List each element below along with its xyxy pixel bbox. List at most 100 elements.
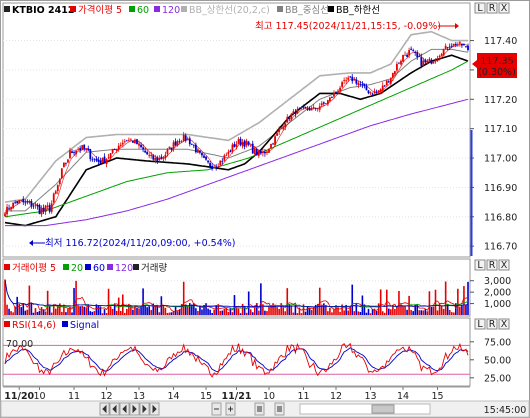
candle-body bbox=[8, 207, 10, 209]
candle-body bbox=[44, 205, 47, 213]
volume-bar bbox=[65, 312, 67, 315]
volume-bar bbox=[26, 309, 29, 315]
candle-body bbox=[166, 149, 169, 154]
volume-bar bbox=[172, 311, 175, 315]
nav-scrollbar-thumb[interactable] bbox=[371, 404, 395, 414]
volume-bar bbox=[436, 310, 439, 315]
rsi-axis-label: 50.00 bbox=[484, 355, 511, 366]
volume-bar bbox=[260, 283, 262, 315]
candle-body bbox=[308, 108, 311, 111]
candle-body bbox=[329, 97, 331, 102]
candle-body bbox=[56, 185, 59, 192]
volume-bar bbox=[132, 309, 134, 315]
candle-body bbox=[130, 139, 132, 141]
candle-body bbox=[93, 158, 96, 160]
candle-body bbox=[345, 80, 348, 82]
x-axis-label: 12 bbox=[330, 391, 342, 402]
candle-body bbox=[396, 63, 398, 71]
candle-body bbox=[197, 149, 199, 153]
volume-bar bbox=[357, 311, 360, 315]
candle-body bbox=[207, 160, 209, 163]
candle-body bbox=[199, 150, 201, 153]
candle-body bbox=[375, 91, 378, 93]
candle-body bbox=[192, 145, 195, 147]
candle-body bbox=[213, 166, 216, 168]
candle-body bbox=[274, 136, 276, 145]
volume-bar bbox=[353, 311, 356, 315]
legend-vol-ma5: 거래이평 5 bbox=[12, 263, 56, 274]
candle-body bbox=[24, 202, 27, 204]
candle-body bbox=[109, 153, 112, 159]
legend-volume: 거래량 bbox=[141, 262, 167, 274]
candle-body bbox=[194, 144, 197, 153]
x-axis-label: 11 bbox=[68, 391, 80, 402]
volume-bar bbox=[440, 305, 443, 315]
rsi-level-label: 70.00 bbox=[6, 339, 33, 350]
candle-body bbox=[400, 60, 402, 65]
legend-vol-ma20: 20 bbox=[71, 263, 83, 274]
candle-body bbox=[389, 78, 392, 84]
legend-bb-upper: BB_상한선(20,2,c) bbox=[189, 5, 270, 16]
legend-swatch-vol-ma20 bbox=[63, 264, 69, 270]
volume-bar bbox=[398, 290, 400, 315]
candle-body bbox=[251, 143, 254, 154]
volume-bar bbox=[50, 312, 53, 315]
volume-bar bbox=[138, 308, 140, 315]
volume-bar bbox=[30, 303, 33, 315]
candle-body bbox=[34, 204, 37, 206]
volume-bar bbox=[20, 307, 23, 315]
candle-body bbox=[48, 205, 51, 212]
candle-body bbox=[67, 159, 69, 163]
candle-body bbox=[302, 106, 305, 108]
candle-body bbox=[259, 150, 262, 154]
candle-body bbox=[379, 89, 382, 92]
candle-body bbox=[377, 90, 380, 93]
volume-bar bbox=[266, 311, 268, 315]
legend-vol-ma60: 60 bbox=[93, 263, 105, 274]
candle-body bbox=[450, 45, 453, 47]
volume-bar bbox=[318, 287, 321, 315]
candle-body bbox=[270, 144, 272, 149]
candle-body bbox=[355, 79, 358, 84]
volume-bar bbox=[54, 308, 57, 315]
legend-swatch-bb-lower bbox=[328, 6, 334, 12]
candle-body bbox=[164, 154, 167, 159]
candle-body bbox=[103, 156, 106, 163]
volume-axis-label: 2,000 bbox=[484, 288, 511, 299]
candle-body bbox=[182, 134, 185, 142]
candle-body bbox=[247, 141, 250, 145]
candle-body bbox=[170, 147, 173, 150]
candle-body bbox=[123, 141, 126, 143]
volume-bar bbox=[126, 308, 128, 315]
volume-bar bbox=[44, 311, 47, 315]
candle-body bbox=[71, 151, 73, 154]
volume-bar bbox=[284, 311, 287, 315]
volume-bar bbox=[404, 305, 406, 315]
candle-body bbox=[416, 52, 419, 58]
volume-bar bbox=[367, 308, 370, 315]
candle-body bbox=[318, 106, 321, 110]
candle-body bbox=[125, 140, 128, 142]
candle-body bbox=[16, 201, 19, 204]
candle-body bbox=[233, 144, 236, 148]
candle-body bbox=[351, 76, 354, 82]
candle-body bbox=[158, 158, 161, 161]
candle-body bbox=[22, 198, 25, 203]
candle-body bbox=[60, 168, 63, 179]
candle-body bbox=[36, 204, 39, 207]
chart-area[interactable]: KTBIO 2412 가격이평 5 60 120 BB_상한선(20,2,c) … bbox=[0, 0, 530, 418]
volume-bar bbox=[148, 306, 150, 315]
candle-body bbox=[422, 60, 425, 66]
volume-bar bbox=[119, 310, 122, 315]
candle-body bbox=[467, 45, 469, 50]
volume-bar bbox=[32, 312, 35, 315]
candle-body bbox=[30, 201, 33, 207]
candle-body bbox=[436, 58, 439, 60]
volume-bar bbox=[424, 309, 427, 315]
button-close-label: X bbox=[501, 3, 508, 14]
candle-body bbox=[105, 159, 108, 164]
legend-swatch-ma120 bbox=[154, 6, 160, 12]
nav-scrollbar[interactable] bbox=[299, 403, 431, 415]
volume-bar bbox=[442, 308, 445, 315]
candle-body bbox=[371, 93, 374, 95]
